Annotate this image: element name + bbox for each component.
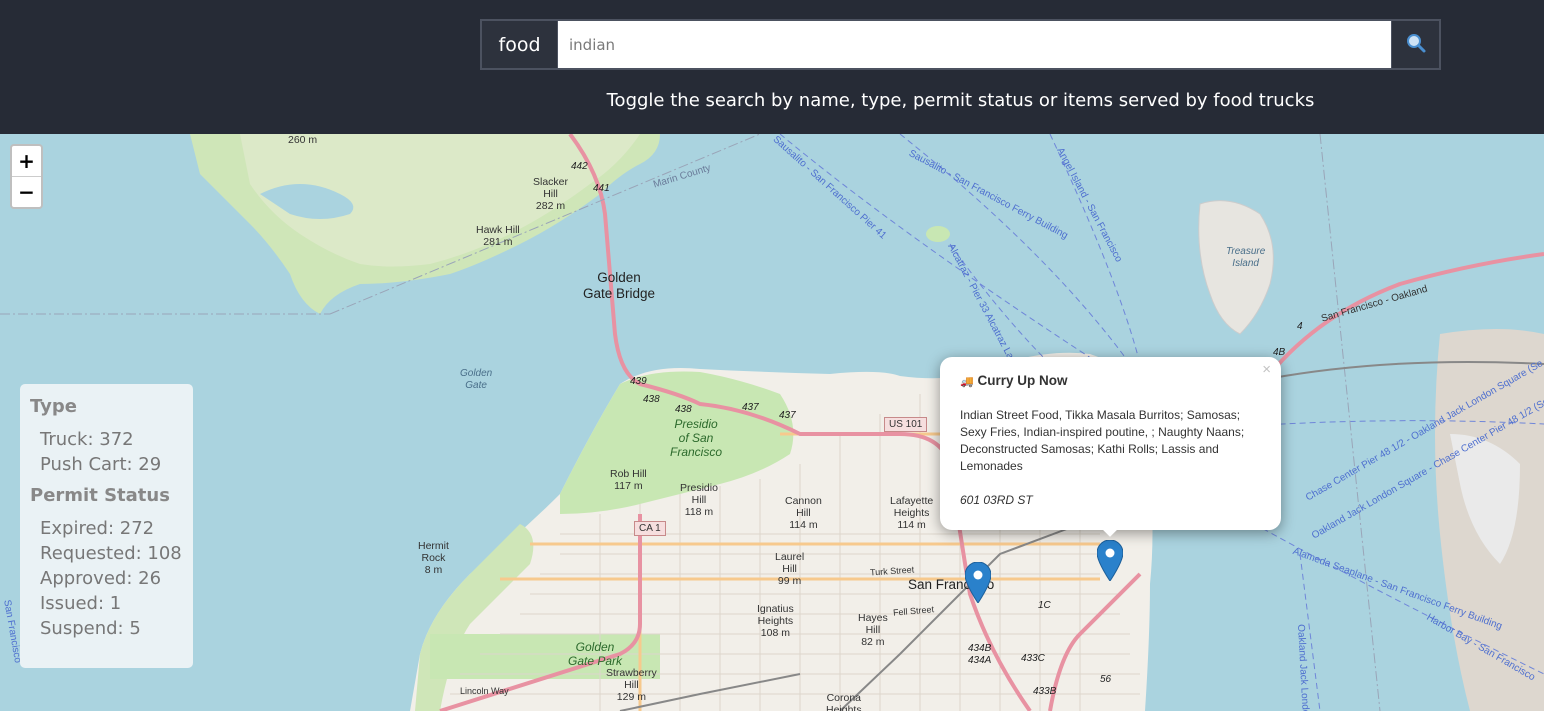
legend-status-item: Expired: 272 [40,518,155,539]
road-number: 441 [593,183,610,194]
search-hint: Toggle the search by name, type, permit … [606,90,1315,111]
label-presidio-hill: Presidio Hill 118 m [680,482,718,519]
popup-address: 601 03RD ST [960,493,1033,507]
label-lafayette-heights: Lafayette Heights 114 m [890,495,934,532]
road-number: 434B [968,643,992,654]
popup-close-button[interactable]: × [1262,361,1271,378]
label-strawberry-hill: Strawberry Hill 129 m [606,667,657,704]
label-slacker-hill: Slacker Hill 282 m [533,176,569,213]
road-number: 1C [1038,600,1051,611]
search-input[interactable] [558,21,1391,68]
legend-status-item: Issued: 1 [40,593,122,614]
road-number: 437 [779,410,796,421]
zoom-in-button[interactable]: + [12,146,41,176]
road-number: 442 [571,161,588,172]
shield-ca-1: CA 1 [634,521,666,536]
label-presidio: Presidio of San Francisco [670,417,723,459]
road-number: 433B [1033,686,1057,697]
search-button[interactable] [1391,21,1439,68]
road-number: 439 [630,376,647,387]
shield-us-101: US 101 [884,417,928,432]
search-mode-toggle-button[interactable]: food [482,21,558,68]
map[interactable]: Golden Gate Bridge Golden Gate San Francis… [0,134,1544,711]
legend-type-item: Truck: 372 [40,429,134,450]
popup-title-text: Curry Up Now [977,373,1068,388]
road-number: 433C [1021,653,1045,664]
food-truck-marker[interactable] [965,562,991,603]
popup-title: 🚚 Curry Up Now [960,373,1261,388]
label-golden-gate-bridge: Golden Gate Bridge [583,270,656,301]
label-treasure-island: Treasure Island [1226,246,1266,269]
legend-status-item: Suspend: 5 [40,618,141,639]
label-golden-gate-park: Golden Gate Park [568,640,623,668]
label-hayes-hill: Hayes Hill 82 m [858,612,888,649]
label-ignatius-heights: Ignatius Heights 108 m [757,603,794,640]
popup-tip [1098,528,1122,540]
label-laurel-hill: Laurel Hill 99 m [775,551,805,588]
label-elevation-260: 260 m [288,134,318,146]
legend-status-item: Requested: 108 [40,543,182,564]
legend-panel: Type Truck: 372 Push Cart: 29 Permit Sta… [20,384,193,668]
road-number: 437 [742,402,759,413]
road-number: 56 [1100,674,1112,685]
road-number: 438 [675,404,692,415]
label-lincoln-way: Lincoln Way [460,686,509,696]
legend-status-heading: Permit Status [30,485,170,506]
label-rob-hill: Rob Hill 117 m [610,468,647,493]
zoom-control: + − [10,144,43,209]
truck-popup: × 🚚 Curry Up Now Indian Street Food, Tik… [940,357,1281,530]
search-bar: food [480,19,1441,70]
zoom-out-button[interactable]: − [12,176,41,206]
label-corona-heights: Corona Heights [826,692,862,711]
label-golden-gate-water: Golden Gate [460,368,493,391]
top-bar: food Toggle the search by name, type, pe… [0,0,1544,134]
truck-icon: 🚚 [960,376,974,388]
label-cannon-hill: Cannon Hill 114 m [785,495,822,532]
legend-type-item: Push Cart: 29 [40,454,162,475]
road-number: 438 [643,394,660,405]
road-number: 4 [1297,321,1303,332]
food-truck-marker-selected[interactable] [1097,540,1123,581]
legend-type-heading: Type [30,396,77,417]
road-number: 434A [968,655,992,666]
label-hawk-hill: Hawk Hill 281 m [476,224,520,249]
legend-status-item: Approved: 26 [40,568,162,589]
magnifier-icon [1405,32,1427,58]
popup-food-items: Indian Street Food, Tikka Masala Burrito… [960,408,1245,473]
road-number: 4B [1273,347,1286,358]
label-hermit-rock: Hermit Rock 8 m [418,540,449,577]
